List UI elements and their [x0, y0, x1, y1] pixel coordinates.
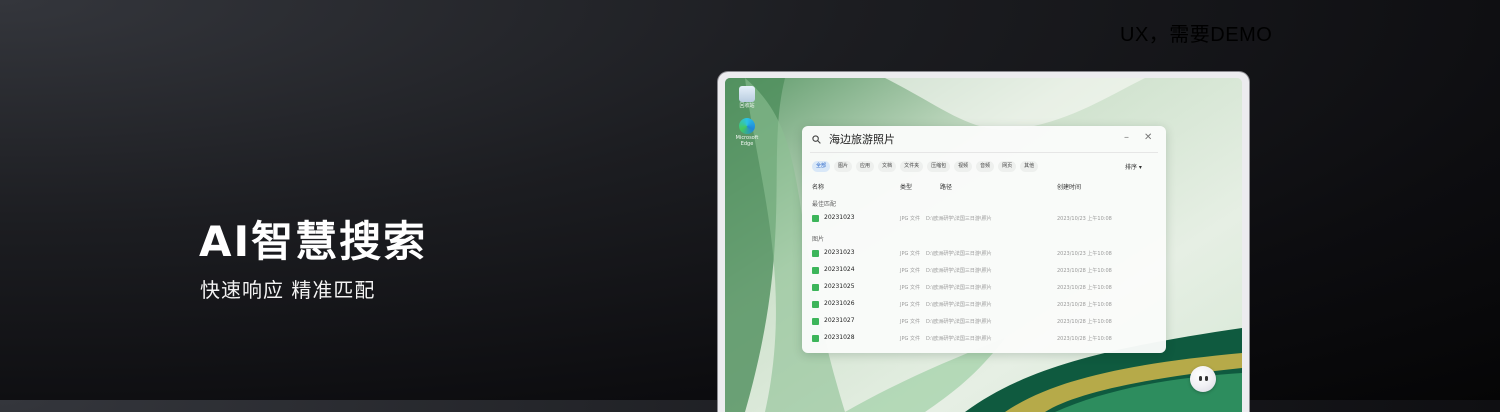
sort-dropdown[interactable]: 排序 ▾: [1125, 162, 1142, 171]
image-file-icon: [812, 284, 819, 291]
ai-assistant-avatar[interactable]: [1190, 366, 1216, 392]
desktop-icon-recycle-bin[interactable]: 回收站: [733, 86, 761, 109]
divider: [810, 152, 1158, 153]
result-row[interactable]: 20231027 JPG 文件 D:\欧洲研学\法国三日游\照片 2023/10…: [812, 316, 1152, 328]
result-name: 20231023: [824, 249, 855, 256]
result-type: JPG 文件: [900, 268, 920, 274]
filter-chip-apps[interactable]: 应用: [856, 161, 875, 172]
filter-chip-all[interactable]: 全部: [812, 161, 831, 172]
result-type: JPG 文件: [900, 216, 920, 222]
result-row[interactable]: 20231023 JPG 文件 D:\欧洲研学\法国三日游\照片 2023/10…: [812, 248, 1152, 260]
result-time: 2023/10/28 上午10:08: [1057, 268, 1112, 274]
desktop-icon-edge[interactable]: Microsoft Edge: [733, 118, 761, 147]
result-name: 20231026: [824, 300, 855, 307]
result-type: JPG 文件: [900, 319, 920, 325]
assistant-eye: [1199, 376, 1202, 381]
result-path: D:\欧洲研学\法国三日游\照片: [926, 268, 992, 274]
close-icon[interactable]: ✕: [1144, 132, 1152, 144]
recycle-bin-icon: [739, 86, 755, 102]
search-window: 海边旅游照片 – ✕ 全部 图片 应用 文档 文件夹 压缩包 视频 音频 网页 …: [802, 126, 1166, 353]
filter-chip-web[interactable]: 网页: [998, 161, 1017, 172]
filter-chip-other[interactable]: 其他: [1020, 161, 1039, 172]
result-path: D:\欧洲研学\法国三日游\照片: [926, 216, 992, 222]
filter-chip-images[interactable]: 图片: [834, 161, 853, 172]
image-file-icon: [812, 335, 819, 342]
result-path: D:\欧洲研学\法国三日游\照片: [926, 319, 992, 325]
image-file-icon: [812, 250, 819, 257]
search-input[interactable]: 海边旅游照片: [829, 131, 895, 147]
result-path: D:\欧洲研学\法国三日游\照片: [926, 251, 992, 257]
filter-chip-docs[interactable]: 文档: [878, 161, 897, 172]
result-name: 20231027: [824, 317, 855, 324]
filter-chip-archives[interactable]: 压缩包: [927, 161, 951, 172]
result-time: 2023/10/28 上午10:08: [1057, 285, 1112, 291]
result-row[interactable]: 20231028 JPG 文件 D:\欧洲研学\法国三日游\照片 2023/10…: [812, 333, 1152, 345]
image-file-icon: [812, 301, 819, 308]
result-time: 2023/10/28 上午10:08: [1057, 302, 1112, 308]
result-time: 2023/10/28 上午10:08: [1057, 319, 1112, 325]
result-type: JPG 文件: [900, 302, 920, 308]
result-name: 20231024: [824, 266, 855, 273]
image-file-icon: [812, 267, 819, 274]
result-path: D:\欧洲研学\法国三日游\照片: [926, 336, 992, 342]
desktop-screen: 回收站 Microsoft Edge 海边旅游照片 – ✕ 全部 图片 应用 文…: [725, 78, 1242, 412]
assistant-eye: [1205, 376, 1208, 381]
result-row[interactable]: 20231025 JPG 文件 D:\欧洲研学\法国三日游\照片 2023/10…: [812, 282, 1152, 294]
column-header-path[interactable]: 路径: [940, 182, 952, 191]
section-label-best-match: 最佳匹配: [812, 201, 837, 208]
result-path: D:\欧洲研学\法国三日游\照片: [926, 302, 992, 308]
filter-chips: 全部 图片 应用 文档 文件夹 压缩包 视频 音频 网页 其他: [812, 161, 1039, 172]
result-type: JPG 文件: [900, 251, 920, 257]
result-time: 2023/10/23 上午10:08: [1057, 216, 1112, 222]
image-file-icon: [812, 215, 819, 222]
result-row[interactable]: 20231026 JPG 文件 D:\欧洲研学\法国三日游\照片 2023/10…: [812, 299, 1152, 311]
desktop-icon-label: Microsoft Edge: [735, 135, 759, 147]
section-label-images: 图片: [812, 236, 825, 243]
hero-title: AI智慧搜索: [199, 217, 428, 266]
result-name: 20231028: [824, 334, 855, 341]
result-row[interactable]: 20231024 JPG 文件 D:\欧洲研学\法国三日游\照片 2023/10…: [812, 265, 1152, 277]
desktop-icon-label: 回收站: [739, 103, 755, 109]
column-header-name[interactable]: 名称: [812, 182, 824, 191]
minimize-icon[interactable]: –: [1124, 132, 1129, 144]
search-icon: [812, 134, 821, 144]
column-header-created[interactable]: 创建时间: [1057, 182, 1081, 191]
result-path: D:\欧洲研学\法国三日游\照片: [926, 285, 992, 291]
column-header-type[interactable]: 类型: [900, 182, 912, 191]
corner-label: UX，需要DEMO: [1120, 24, 1273, 46]
search-bar[interactable]: 海边旅游照片: [812, 132, 895, 146]
edge-icon: [739, 118, 755, 134]
filter-chip-videos[interactable]: 视频: [954, 161, 973, 172]
filter-chip-audio[interactable]: 音频: [976, 161, 995, 172]
result-name: 20231023: [824, 214, 855, 221]
filter-chip-folders[interactable]: 文件夹: [900, 161, 924, 172]
result-time: 2023/10/28 上午10:08: [1057, 336, 1112, 342]
result-row[interactable]: 20231023 JPG 文件 D:\欧洲研学\法国三日游\照片 2023/10…: [812, 213, 1152, 225]
result-name: 20231025: [824, 283, 855, 290]
result-type: JPG 文件: [900, 336, 920, 342]
laptop-frame: 回收站 Microsoft Edge 海边旅游照片 – ✕ 全部 图片 应用 文…: [718, 72, 1249, 412]
result-time: 2023/10/23 上午10:08: [1057, 251, 1112, 257]
image-file-icon: [812, 318, 819, 325]
result-type: JPG 文件: [900, 285, 920, 291]
hero-subtitle: 快速响应 精准匹配: [200, 278, 376, 302]
